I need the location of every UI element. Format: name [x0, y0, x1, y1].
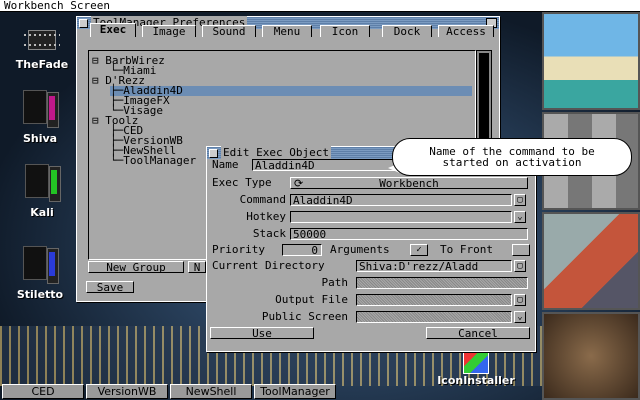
artwork-thumbnail[interactable] [542, 312, 640, 400]
output-file-label: Output File [275, 293, 348, 306]
exec-type-cycle[interactable]: ⟳ Workbench [290, 177, 528, 190]
exec-type-value: Workbench [379, 177, 439, 190]
tab-menu[interactable]: Menu [262, 25, 312, 38]
command-field[interactable]: Aladdin4D [290, 194, 512, 206]
to-front-checkbox[interactable] [512, 244, 530, 256]
exec-type-label: Exec Type [212, 176, 272, 189]
command-label: Command [239, 193, 286, 206]
new-group-button[interactable]: New Group [88, 261, 184, 274]
desktop-icon-label: Shiva [22, 132, 58, 145]
close-gadget-icon[interactable] [209, 149, 218, 158]
stack-label: Stack [252, 227, 286, 240]
hotkey-chooser-icon[interactable]: ⌄ [514, 211, 526, 223]
installer-icon [463, 352, 489, 374]
use-button[interactable]: Use [210, 327, 314, 340]
cycle-icon: ⟳ [294, 177, 304, 190]
tab-icon[interactable]: Icon [320, 25, 370, 38]
tooltip-line-2: started on activation [442, 156, 582, 169]
screen-title-bar: Workbench Screen [0, 0, 640, 12]
desktop-icon-kali[interactable]: Kali [2, 164, 82, 219]
render-thumbnail[interactable] [542, 212, 640, 310]
tab-image[interactable]: Image [142, 25, 196, 38]
tab-access[interactable]: Access [438, 25, 494, 38]
desktop-icon-label: TheFade [15, 58, 69, 71]
computer-icon [25, 164, 61, 206]
desktop-icon-label: Kali [30, 206, 54, 219]
path-label: Path [321, 276, 349, 289]
output-file-field [356, 294, 512, 306]
tree-item-toolmanager[interactable]: └─ToolManager [110, 155, 196, 166]
desktop-icon-shiva[interactable]: Shiva [0, 90, 80, 145]
dock-button-ced[interactable]: CED [2, 384, 84, 399]
public-screen-label: Public Screen [261, 310, 348, 323]
priority-field[interactable]: 0 [282, 244, 322, 256]
beach-thumbnail[interactable] [542, 12, 640, 110]
computer-icon [23, 90, 59, 132]
screen-title: Workbench Screen [4, 0, 110, 12]
desktop-icon-stiletto[interactable]: Stiletto [0, 246, 80, 301]
name-label: Name [212, 158, 239, 171]
current-directory-label: Current Directory [212, 259, 325, 272]
file-requester-icon[interactable]: ▢ [514, 194, 526, 206]
save-button[interactable]: Save [86, 281, 134, 294]
desktop-icon-label: Stiletto [16, 288, 64, 301]
path-field [356, 277, 528, 289]
new-object-button[interactable]: N [188, 261, 206, 274]
chip-icon [24, 30, 60, 50]
hotkey-label: Hotkey [246, 210, 286, 223]
dock-button-newshell[interactable]: NewShell [170, 384, 252, 399]
dock-button-versionwb[interactable]: VersionWB [86, 384, 168, 399]
close-gadget-icon[interactable] [79, 19, 88, 28]
current-directory-field[interactable]: Shiva:D'rezz/Aladd [356, 260, 512, 272]
cancel-button[interactable]: Cancel [426, 327, 530, 340]
hotkey-field[interactable] [290, 211, 512, 223]
priority-label: Priority [212, 243, 265, 256]
dock-button-toolmanager[interactable]: ToolManager [254, 384, 336, 399]
desktop-icon-label: IconInstaller [437, 374, 515, 387]
arguments-label: Arguments [330, 243, 390, 256]
tab-exec[interactable]: Exec [90, 23, 136, 37]
help-tooltip: Name of the command to be started on act… [392, 138, 632, 176]
tab-dock[interactable]: Dock [382, 25, 432, 38]
tab-sound[interactable]: Sound [202, 25, 256, 38]
public-screen-field [356, 311, 512, 323]
stack-field[interactable]: 50000 [290, 228, 528, 240]
computer-icon [23, 246, 59, 288]
to-front-label: To Front [440, 243, 493, 256]
directory-requester-icon[interactable]: ▢ [514, 260, 526, 272]
desktop-icon-iconinstaller[interactable]: IconInstaller [426, 352, 526, 387]
preview-strip [542, 12, 640, 400]
desktop-icon-thefade[interactable]: TheFade [2, 24, 82, 71]
output-file-requester-icon[interactable]: ▢ [514, 294, 526, 306]
public-screen-chooser-icon[interactable]: ⌄ [514, 311, 526, 323]
arguments-checkbox[interactable]: ✓ [410, 244, 428, 256]
